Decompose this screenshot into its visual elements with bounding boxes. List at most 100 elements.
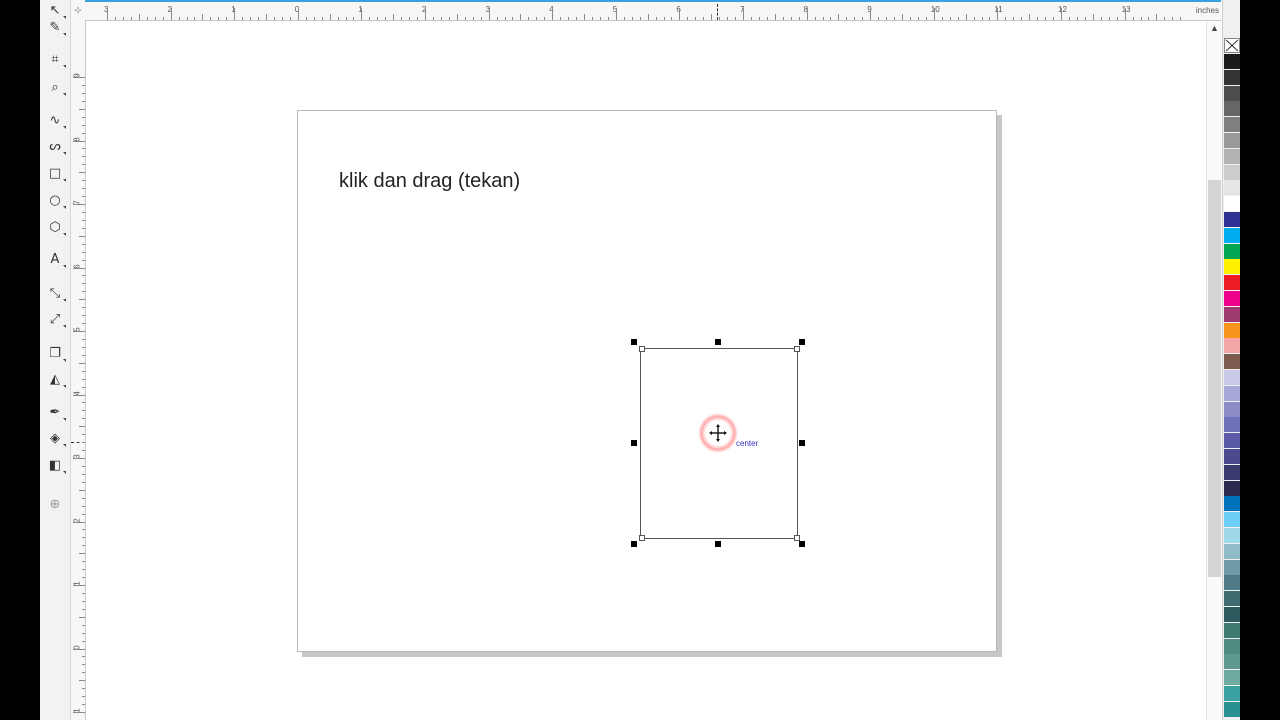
color-swatch[interactable]: [1224, 591, 1240, 607]
color-swatch[interactable]: [1224, 227, 1240, 243]
color-swatch[interactable]: [1224, 496, 1240, 512]
color-swatch[interactable]: [1224, 196, 1240, 212]
page-text[interactable]: klik dan drag (tekan): [339, 170, 520, 193]
color-swatch[interactable]: [1224, 243, 1240, 259]
ruler-tick: [79, 426, 85, 428]
rectangle-node[interactable]: [639, 535, 645, 541]
scroll-thumb[interactable]: [1208, 180, 1221, 577]
shape-tool-icon[interactable]: ✎: [44, 17, 66, 37]
parallel-dimension-tool-icon[interactable]: ⤡: [44, 283, 66, 303]
crop-tool-icon[interactable]: ⌗: [44, 49, 66, 69]
ruler-tick: [79, 172, 85, 174]
selection-handle[interactable]: [631, 339, 637, 345]
color-eyedropper-tool-icon[interactable]: ✒: [44, 402, 66, 422]
color-swatch[interactable]: [1224, 180, 1240, 196]
rectangle-tool-icon[interactable]: □: [44, 163, 66, 183]
color-swatch[interactable]: [1224, 117, 1240, 133]
color-swatch[interactable]: [1224, 575, 1240, 591]
color-swatch[interactable]: [1224, 54, 1240, 69]
ellipse-tool-icon[interactable]: ○: [44, 190, 66, 210]
color-swatch[interactable]: [1224, 686, 1240, 701]
color-swatch[interactable]: [1224, 85, 1240, 101]
color-swatch[interactable]: [1224, 464, 1240, 480]
color-swatch[interactable]: [1224, 670, 1240, 686]
color-swatch[interactable]: [1224, 559, 1240, 575]
color-swatch[interactable]: [1224, 291, 1240, 306]
ruler-tick: [82, 124, 85, 126]
ruler-tick: [289, 17, 291, 20]
rectangle-node[interactable]: [639, 346, 645, 352]
ruler-tick: [82, 640, 85, 642]
color-swatch[interactable]: [1224, 449, 1240, 464]
color-swatch[interactable]: [1224, 607, 1240, 622]
polygon-tool-icon[interactable]: ⬡: [44, 217, 66, 237]
color-swatch[interactable]: [1224, 164, 1240, 180]
interactive-fill-tool-icon[interactable]: ◈: [44, 428, 66, 448]
ruler-tick: [663, 17, 665, 20]
color-swatch[interactable]: [1224, 259, 1240, 275]
freehand-tool-icon[interactable]: ∿: [44, 110, 66, 130]
add-tool-icon[interactable]: ⊕: [44, 494, 66, 514]
selection-handle[interactable]: [631, 440, 637, 446]
ruler-tick: [162, 17, 164, 20]
ruler-tick: [82, 497, 85, 499]
color-swatch[interactable]: [1224, 701, 1240, 717]
color-swatch[interactable]: [1224, 370, 1240, 385]
color-swatch[interactable]: [1224, 322, 1240, 338]
no-color-icon[interactable]: [1224, 38, 1240, 53]
scroll-up-icon[interactable]: ▲: [1207, 23, 1222, 37]
color-swatch[interactable]: [1224, 622, 1240, 638]
drawing-canvas[interactable]: klik dan drag (tekan) center: [86, 21, 1205, 720]
rectangle-node[interactable]: [794, 346, 800, 352]
ruler-tick: [73, 77, 85, 78]
ruler-tick: [266, 14, 267, 20]
color-swatch[interactable]: [1224, 543, 1240, 559]
connector-tool-icon[interactable]: ⤢: [44, 309, 66, 329]
smart-fill-tool-icon[interactable]: ◧: [44, 455, 66, 475]
text-tool-icon[interactable]: A: [44, 249, 66, 269]
ruler-tick: [313, 17, 315, 20]
color-swatch[interactable]: [1224, 638, 1240, 654]
selection-handle[interactable]: [715, 339, 721, 345]
color-swatch[interactable]: [1224, 338, 1240, 354]
color-swatch[interactable]: [1224, 69, 1240, 85]
ruler-tick: [82, 513, 85, 515]
vertical-scrollbar[interactable]: ▲: [1206, 21, 1222, 720]
horizontal-ruler[interactable]: inches 321012345678910111213: [85, 0, 1221, 21]
color-swatch[interactable]: [1224, 512, 1240, 528]
selection-handle[interactable]: [799, 541, 805, 547]
color-swatch[interactable]: [1224, 275, 1240, 291]
ruler-tick: [997, 8, 999, 20]
vertical-ruler[interactable]: 9 8 7 6 5 4 3 2 1 0 1: [71, 20, 86, 720]
ruler-tick: [337, 17, 339, 20]
color-swatch[interactable]: [1224, 480, 1240, 496]
color-swatch[interactable]: [1224, 528, 1240, 543]
ruler-tick: [957, 17, 959, 20]
color-swatch[interactable]: [1224, 401, 1240, 417]
ruler-tick: [210, 17, 212, 20]
color-swatch[interactable]: [1224, 306, 1240, 322]
color-swatch[interactable]: [1224, 133, 1240, 148]
drop-shadow-tool-icon[interactable]: ❐: [44, 343, 66, 363]
artistic-media-tool-icon[interactable]: ᔕ: [44, 136, 66, 156]
color-swatch[interactable]: [1224, 354, 1240, 370]
selection-handle[interactable]: [799, 440, 805, 446]
ruler-tick: [79, 553, 85, 555]
color-swatch[interactable]: [1224, 417, 1240, 433]
ruler-tick: [79, 680, 85, 682]
color-swatch[interactable]: [1224, 101, 1240, 117]
ruler-tick: [584, 14, 585, 20]
selection-handle[interactable]: [631, 541, 637, 547]
selection-handle[interactable]: [715, 541, 721, 547]
color-swatch[interactable]: [1224, 385, 1240, 401]
ruler-origin-icon[interactable]: ⊹: [71, 0, 86, 21]
color-swatch[interactable]: [1224, 212, 1240, 227]
color-swatch[interactable]: [1224, 148, 1240, 164]
zoom-tool-icon[interactable]: ⌕: [44, 77, 66, 97]
color-swatch[interactable]: [1224, 654, 1240, 670]
ruler-tick: [82, 227, 85, 229]
selection-handle[interactable]: [799, 339, 805, 345]
transparency-tool-icon[interactable]: ◭: [44, 369, 66, 389]
color-swatch[interactable]: [1224, 433, 1240, 449]
ruler-tick: [989, 17, 991, 20]
